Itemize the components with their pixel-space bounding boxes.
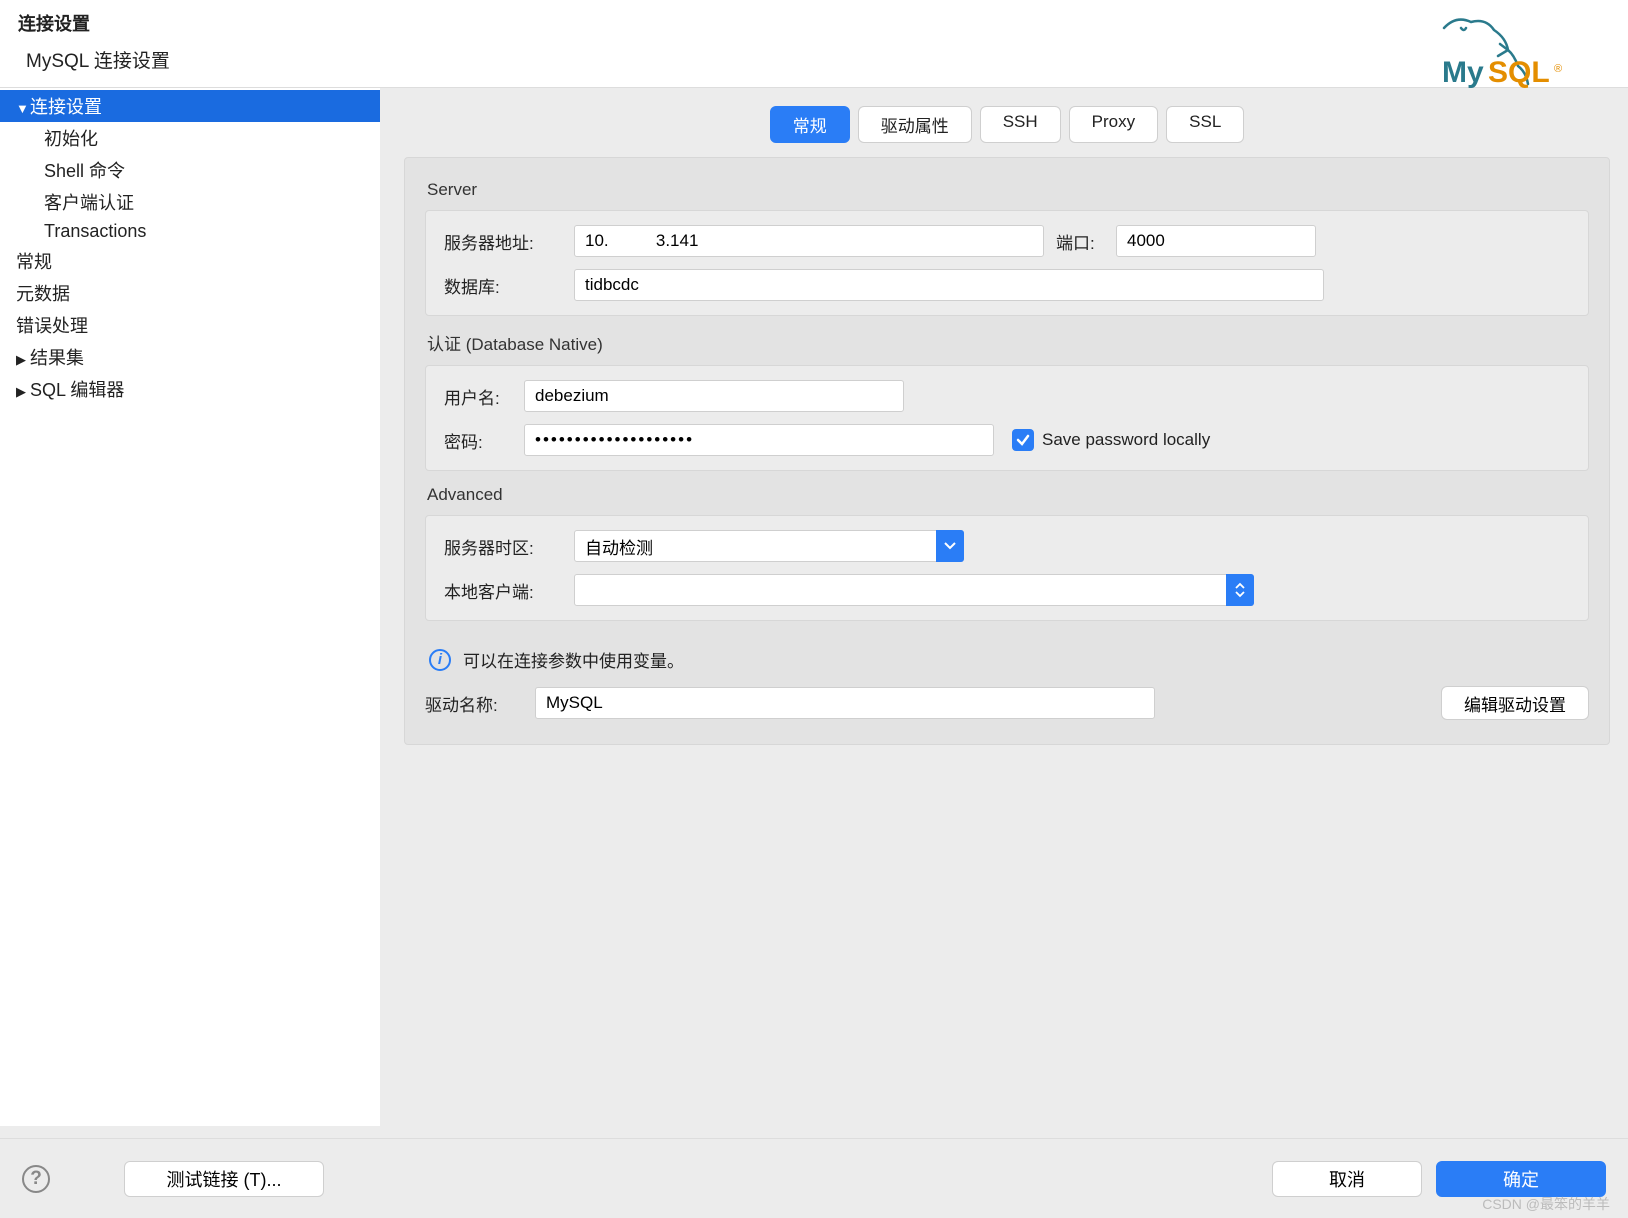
tab-ssh[interactable]: SSH: [980, 106, 1061, 143]
mysql-logo: My SQL ®: [1433, 8, 1608, 98]
driver-name-label: 驱动名称:: [425, 691, 525, 716]
sidebar-item-general[interactable]: 常规: [0, 245, 380, 277]
chevron-down-icon: ▼: [16, 101, 28, 116]
username-label: 用户名:: [444, 384, 524, 409]
sidebar-item-client-auth[interactable]: 客户端认证: [0, 186, 380, 218]
main-panel: 常规 驱动属性 SSH Proxy SSL Server 服务器地址: 端口: …: [380, 88, 1628, 1126]
database-input[interactable]: [574, 269, 1324, 301]
port-input[interactable]: [1116, 225, 1316, 257]
dialog-title: 连接设置: [18, 10, 1610, 36]
server-address-input[interactable]: [574, 225, 1044, 257]
server-section-label: Server: [427, 180, 1589, 200]
local-client-label: 本地客户端:: [444, 578, 574, 603]
save-password-checkbox[interactable]: [1012, 429, 1034, 451]
advanced-group: 服务器时区: 本地客户端:: [425, 515, 1589, 621]
sidebar: ▼连接设置 初始化 Shell 命令 客户端认证 Transactions 常规…: [0, 88, 380, 1126]
tab-driver-properties[interactable]: 驱动属性: [858, 106, 972, 143]
cancel-button[interactable]: 取消: [1272, 1161, 1422, 1197]
test-connection-button[interactable]: 测试链接 (T)...: [124, 1161, 324, 1197]
username-input[interactable]: [524, 380, 904, 412]
password-input[interactable]: [524, 424, 994, 456]
svg-text:®: ®: [1554, 63, 1562, 75]
sidebar-item-shell-commands[interactable]: Shell 命令: [0, 154, 380, 186]
sidebar-item-result-set[interactable]: ▶结果集: [0, 341, 380, 373]
auth-group: 用户名: 密码: Save password locally: [425, 365, 1589, 471]
sidebar-item-transactions[interactable]: Transactions: [0, 218, 380, 245]
svg-text:My: My: [1442, 56, 1484, 89]
chevron-right-icon: ▶: [16, 384, 28, 400]
svg-text:SQL: SQL: [1488, 56, 1550, 89]
info-text: 可以在连接参数中使用变量。: [463, 647, 684, 672]
server-address-label: 服务器地址:: [444, 229, 574, 254]
settings-panel: Server 服务器地址: 端口: 数据库: 认证 (Database Nati…: [404, 157, 1610, 745]
timezone-label: 服务器时区:: [444, 534, 574, 559]
sidebar-item-metadata[interactable]: 元数据: [0, 277, 380, 309]
dialog-header: 连接设置 MySQL 连接设置 My SQL ®: [0, 0, 1628, 88]
info-icon: i: [429, 649, 451, 671]
sidebar-item-connection-settings[interactable]: ▼连接设置: [0, 90, 380, 122]
tab-ssl[interactable]: SSL: [1166, 106, 1244, 143]
edit-driver-button[interactable]: 编辑驱动设置: [1441, 686, 1589, 720]
updown-icon[interactable]: [1226, 574, 1254, 606]
tab-general[interactable]: 常规: [770, 106, 850, 143]
info-row: i 可以在连接参数中使用变量。: [429, 647, 1589, 672]
dialog-subtitle: MySQL 连接设置: [26, 46, 1610, 73]
sidebar-item-sql-editor[interactable]: ▶SQL 编辑器: [0, 373, 380, 405]
watermark: CSDN @最笨的羊羊: [1482, 1194, 1610, 1214]
auth-section-label: 认证 (Database Native): [427, 330, 1589, 355]
timezone-select[interactable]: [574, 530, 964, 562]
driver-name-input[interactable]: [535, 687, 1155, 719]
save-password-label: Save password locally: [1042, 430, 1210, 450]
sidebar-item-error-handling[interactable]: 错误处理: [0, 309, 380, 341]
local-client-select[interactable]: [574, 574, 1254, 606]
sidebar-item-initialization[interactable]: 初始化: [0, 122, 380, 154]
chevron-right-icon: ▶: [16, 352, 28, 368]
help-icon[interactable]: ?: [22, 1165, 50, 1193]
tab-bar: 常规 驱动属性 SSH Proxy SSL: [404, 106, 1610, 143]
advanced-section-label: Advanced: [427, 485, 1589, 505]
tab-proxy[interactable]: Proxy: [1069, 106, 1158, 143]
dialog-footer: ? 测试链接 (T)... 取消 确定: [0, 1138, 1628, 1218]
database-label: 数据库:: [444, 273, 574, 298]
chevron-down-icon[interactable]: [936, 530, 964, 562]
password-label: 密码:: [444, 428, 524, 453]
port-label: 端口:: [1056, 229, 1116, 254]
ok-button[interactable]: 确定: [1436, 1161, 1606, 1197]
server-group: 服务器地址: 端口: 数据库:: [425, 210, 1589, 316]
